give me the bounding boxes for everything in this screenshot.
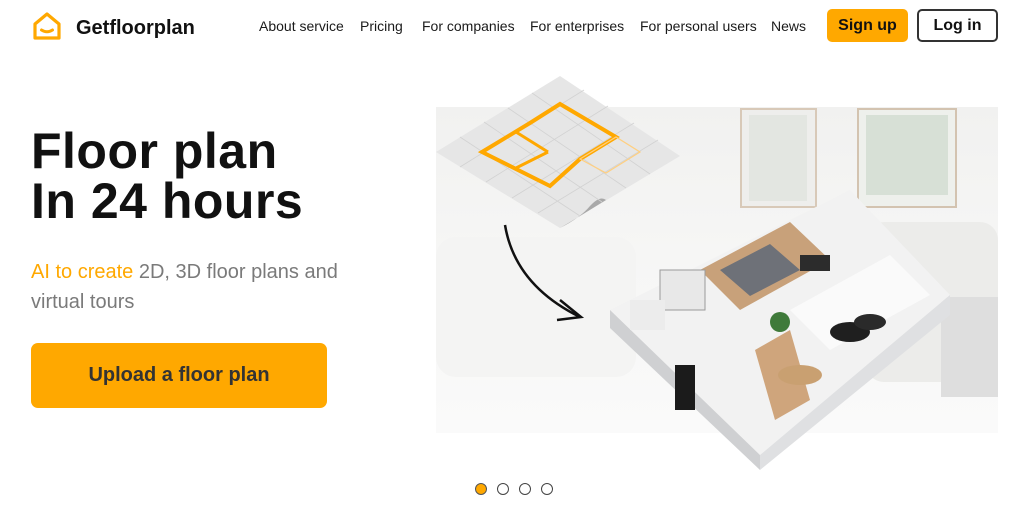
carousel-dot-1[interactable] bbox=[475, 483, 487, 495]
hero-subtitle-accent: AI to create bbox=[31, 261, 134, 283]
carousel-dot-3[interactable] bbox=[519, 483, 531, 495]
upload-floor-plan-button[interactable]: Upload a floor plan bbox=[31, 343, 327, 408]
brand-name: Getfloorplan bbox=[76, 17, 195, 39]
3d-apartment-model bbox=[610, 190, 950, 470]
hero-title: Floor plan In 24 hours bbox=[31, 126, 303, 226]
carousel-dot-4[interactable] bbox=[541, 483, 553, 495]
carousel-pagination bbox=[475, 483, 553, 495]
nav-for-personal-users[interactable]: For personal users bbox=[640, 18, 757, 34]
log-in-button[interactable]: Log in bbox=[917, 9, 998, 42]
logo-link[interactable]: Getfloorplan bbox=[31, 10, 195, 42]
nav-for-companies[interactable]: For companies bbox=[422, 18, 515, 34]
hero-title-line-1: Floor plan bbox=[31, 123, 278, 179]
nav-news[interactable]: News bbox=[771, 18, 806, 34]
carousel-dot-2[interactable] bbox=[497, 483, 509, 495]
nav-about-service[interactable]: About service bbox=[259, 18, 344, 34]
site-header: Getfloorplan About service Pricing For c… bbox=[0, 0, 1024, 52]
hero-title-line-2: In 24 hours bbox=[31, 173, 304, 229]
house-smile-icon bbox=[33, 12, 61, 40]
hero-subtitle: AI to create 2D, 3D floor plans and virt… bbox=[31, 257, 371, 317]
floor-plan-sheet bbox=[436, 76, 680, 228]
transform-arrow-icon bbox=[503, 224, 585, 322]
sign-up-button[interactable]: Sign up bbox=[827, 9, 908, 42]
hero-illustration bbox=[436, 76, 950, 470]
nav-pricing[interactable]: Pricing bbox=[360, 18, 403, 34]
nav-for-enterprises[interactable]: For enterprises bbox=[530, 18, 624, 34]
